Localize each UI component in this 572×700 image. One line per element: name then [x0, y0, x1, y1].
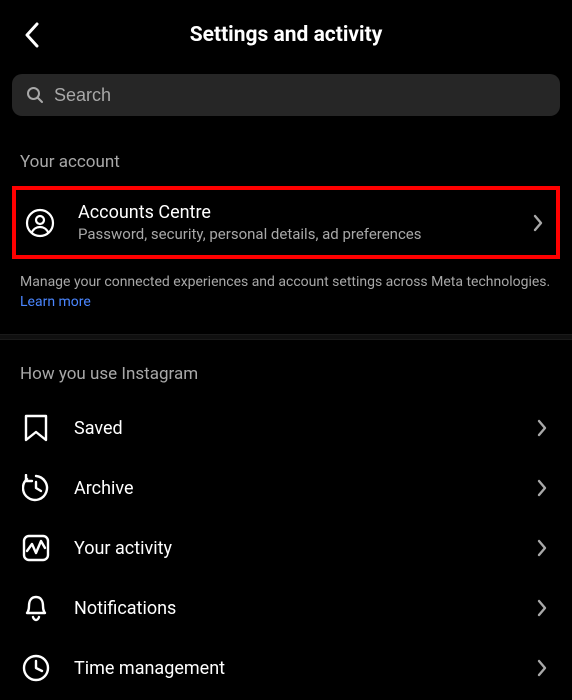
- section-label-account: Your account: [0, 128, 572, 186]
- search-icon: [26, 86, 44, 104]
- row-archive[interactable]: Archive: [0, 458, 572, 518]
- meta-note: Manage your connected experiences and ac…: [0, 259, 572, 334]
- chevron-right-icon: [537, 599, 547, 617]
- row-saved[interactable]: Saved: [0, 398, 572, 458]
- row-title: Saved: [74, 418, 510, 439]
- back-button[interactable]: [12, 15, 52, 55]
- search-container: [0, 70, 572, 128]
- archive-icon: [22, 474, 50, 502]
- row-time-management[interactable]: Time management: [0, 638, 572, 698]
- row-title: Time management: [74, 658, 510, 679]
- meta-note-text: Manage your connected experiences and ac…: [20, 274, 550, 290]
- row-your-activity[interactable]: Your activity: [0, 518, 572, 578]
- chevron-right-icon: [533, 214, 543, 232]
- section-label-usage: How you use Instagram: [0, 340, 572, 398]
- chevron-right-icon: [537, 419, 547, 437]
- learn-more-link[interactable]: Learn more: [20, 294, 91, 310]
- page-title: Settings and activity: [0, 23, 572, 47]
- chevron-left-icon: [24, 22, 40, 48]
- row-notifications[interactable]: Notifications: [0, 578, 572, 638]
- header: Settings and activity: [0, 0, 572, 70]
- row-subtitle: Password, security, personal details, ad…: [78, 225, 506, 243]
- search-bar[interactable]: [12, 74, 560, 116]
- row-accounts-centre[interactable]: Accounts Centre Password, security, pers…: [12, 186, 560, 259]
- activity-icon: [22, 534, 50, 562]
- row-title: Your activity: [74, 538, 510, 559]
- row-title: Accounts Centre: [78, 202, 506, 223]
- chevron-right-icon: [537, 479, 547, 497]
- person-circle-icon: [25, 208, 55, 238]
- bookmark-icon: [23, 414, 49, 442]
- clock-icon: [22, 654, 50, 682]
- row-title: Archive: [74, 478, 510, 499]
- chevron-right-icon: [537, 659, 547, 677]
- row-title: Notifications: [74, 598, 510, 619]
- chevron-right-icon: [537, 539, 547, 557]
- bell-icon: [23, 594, 49, 622]
- search-input[interactable]: [54, 85, 546, 106]
